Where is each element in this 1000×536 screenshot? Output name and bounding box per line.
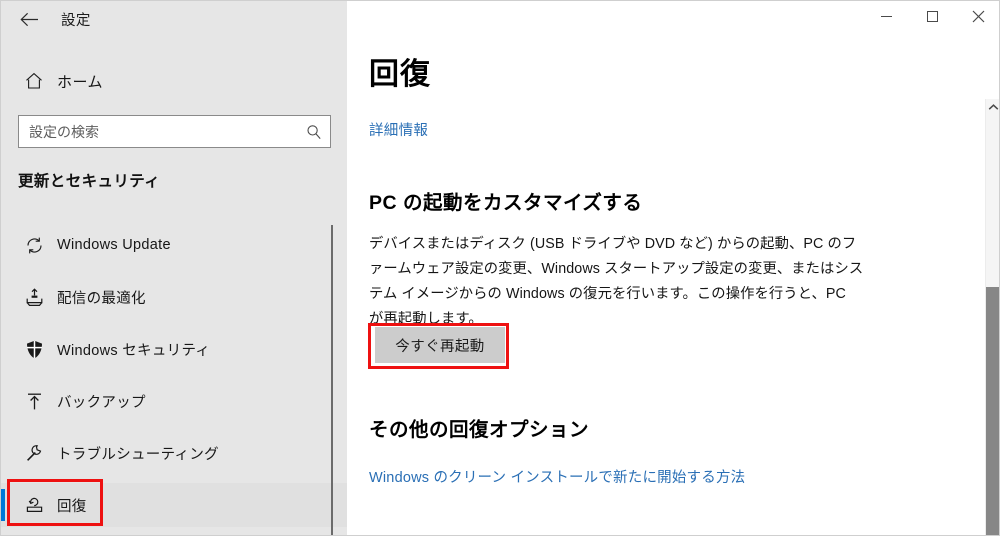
minimize-icon bbox=[880, 16, 892, 17]
section-body-customize-startup: デバイスまたはディスク (USB ドライブや DVD など) からの起動、PC … bbox=[369, 236, 864, 327]
home-icon bbox=[15, 71, 53, 91]
restart-now-button[interactable]: 今すぐ再起動 bbox=[375, 327, 505, 363]
window-controls bbox=[347, 1, 999, 37]
close-icon bbox=[972, 10, 984, 23]
sidebar-group-title: 更新とセキュリティ bbox=[18, 173, 161, 190]
sync-refresh-icon bbox=[15, 235, 53, 256]
sidebar-item-windows-update[interactable]: Windows Update bbox=[1, 223, 347, 267]
back-arrow-icon[interactable] bbox=[7, 3, 51, 35]
settings-window: ホーム 更新とセキュリティ bbox=[0, 0, 1000, 536]
shield-icon bbox=[15, 339, 53, 360]
main-scrollbar[interactable] bbox=[985, 99, 999, 535]
wrench-icon bbox=[15, 443, 53, 464]
search-input[interactable] bbox=[19, 116, 298, 147]
titlebar: 設定 bbox=[1, 1, 999, 37]
sidebar-item-label: バックアップ bbox=[57, 394, 146, 411]
sidebar-item-delivery-optimization[interactable]: 配信の最適化 bbox=[1, 275, 347, 319]
sidebar-scrollbar[interactable] bbox=[331, 225, 333, 535]
sidebar-home-label: ホーム bbox=[57, 73, 104, 91]
close-button[interactable] bbox=[955, 1, 999, 32]
maximize-button[interactable] bbox=[909, 1, 955, 32]
section-heading-customize-startup: PC の起動をカスタマイズする bbox=[369, 192, 643, 214]
minimize-button[interactable] bbox=[863, 1, 909, 32]
more-info-link[interactable]: 詳細情報 bbox=[369, 119, 428, 140]
sidebar-nav-list: Windows Update 配信の最適化 Windows セキュリティ バック… bbox=[1, 223, 347, 535]
sidebar-item-troubleshoot[interactable]: トラブルシューティング bbox=[1, 431, 347, 475]
sidebar-item-label: トラブルシューティング bbox=[57, 446, 219, 463]
chevron-up-icon[interactable] bbox=[986, 99, 999, 116]
main-content: 回復 詳細情報 PC の起動をカスタマイズする デバイスまたはディスク (USB… bbox=[347, 1, 999, 535]
section-heading-other-recovery-options: その他の回復オプション bbox=[369, 419, 590, 441]
search-icon[interactable] bbox=[298, 116, 330, 147]
sidebar-item-label: Windows Update bbox=[57, 237, 171, 253]
sidebar-item-label: Windows セキュリティ bbox=[57, 342, 211, 359]
scrollbar-thumb[interactable] bbox=[986, 287, 999, 535]
window-title: 設定 bbox=[61, 12, 91, 29]
search-box[interactable] bbox=[18, 115, 331, 148]
sidebar: ホーム 更新とセキュリティ bbox=[1, 1, 347, 535]
clean-install-link[interactable]: Windows のクリーン インストールで新たに開始する方法 bbox=[369, 466, 745, 487]
sidebar-item-windows-security[interactable]: Windows セキュリティ bbox=[1, 327, 347, 371]
sidebar-item-label: 配信の最適化 bbox=[57, 290, 146, 307]
page-title: 回復 bbox=[369, 58, 431, 91]
titlebar-left: 設定 bbox=[1, 1, 347, 37]
sidebar-item-home[interactable]: ホーム bbox=[1, 61, 347, 101]
maximize-icon bbox=[926, 11, 938, 22]
sidebar-item-label: 回復 bbox=[57, 498, 87, 515]
sidebar-item-backup[interactable]: バックアップ bbox=[1, 379, 347, 423]
delivery-optimization-icon bbox=[15, 287, 53, 308]
backup-upload-icon bbox=[15, 391, 53, 412]
sidebar-item-recovery[interactable]: 回復 bbox=[1, 483, 347, 527]
recovery-icon bbox=[15, 495, 53, 516]
